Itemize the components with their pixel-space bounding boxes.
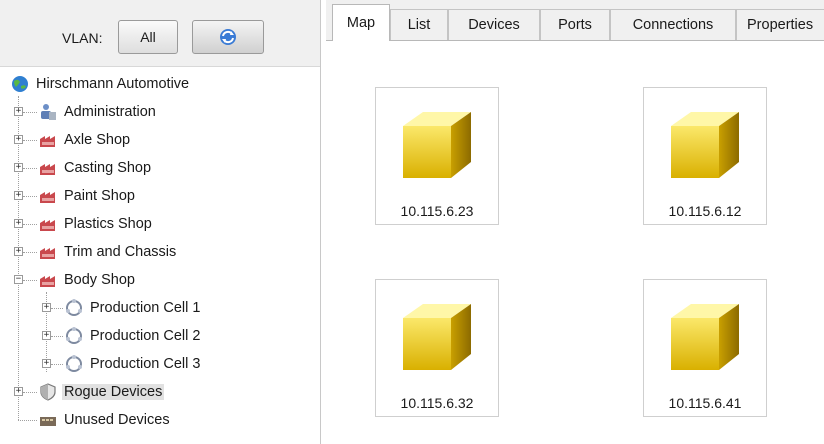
tree-item-label: Unused Devices [64, 412, 170, 428]
tree-root-hirschmann[interactable]: Hirschmann Automotive [0, 72, 320, 96]
tree-connector [23, 392, 37, 393]
tab-label: Devices [468, 17, 520, 33]
tree-connector [23, 280, 37, 281]
tab-list[interactable]: List [390, 9, 448, 40]
expand-toggle[interactable]: + [14, 387, 23, 396]
expand-toggle[interactable]: + [14, 135, 23, 144]
tab-label: List [407, 17, 431, 33]
tree-item-label: Production Cell 1 [90, 300, 201, 316]
tree-item-label: Plastics Shop [64, 216, 152, 232]
device-node[interactable]: 10.115.6.41 [643, 279, 767, 417]
tree-item-production-cell-2[interactable]: + Production Cell 2 [0, 324, 320, 348]
tab-ports[interactable]: Ports [540, 9, 610, 40]
vlan-all-label: All [140, 29, 156, 45]
tab-label: Map [346, 15, 376, 31]
tab-devices[interactable]: Devices [448, 9, 540, 40]
tree-item-casting-shop[interactable]: + Casting Shop [0, 156, 320, 180]
factory-icon [40, 164, 55, 175]
device-node[interactable]: 10.115.6.23 [375, 87, 499, 225]
tree-item-paint-shop[interactable]: + Paint Shop [0, 184, 320, 208]
expand-toggle[interactable]: + [42, 331, 51, 340]
network-map-canvas[interactable]: 10.115.6.23 10.115.6.12 10.115.6.32 10.1… [326, 41, 824, 444]
tree-item-trim-and-chassis[interactable]: + Trim and Chassis [0, 240, 320, 264]
topology-view-panel: Map List Devices Ports Connections Prope… [326, 0, 824, 444]
expand-toggle[interactable]: + [42, 359, 51, 368]
device-ip-label: 10.115.6.23 [400, 203, 474, 219]
device-node[interactable]: 10.115.6.32 [375, 279, 499, 417]
tab-properties[interactable]: Properties [736, 9, 824, 40]
tree-item-axle-shop[interactable]: + Axle Shop [0, 128, 320, 152]
yellow-cube-icon [403, 304, 471, 370]
expand-toggle[interactable]: + [14, 107, 23, 116]
ring-network-icon [66, 355, 82, 372]
tree-item-label: Trim and Chassis [64, 244, 177, 260]
tree-item-unused-devices[interactable]: Unused Devices [0, 408, 320, 432]
tree-item-label: Casting Shop [64, 160, 152, 176]
tree-item-plastics-shop[interactable]: + Plastics Shop [0, 212, 320, 236]
expand-toggle[interactable]: + [14, 219, 23, 228]
vlan-all-button[interactable]: All [118, 20, 178, 54]
tree-item-production-cell-1[interactable]: + Production Cell 1 [0, 296, 320, 320]
tree-connector [23, 252, 37, 253]
factory-icon [40, 220, 55, 231]
tree-root-label: Hirschmann Automotive [36, 76, 190, 92]
yellow-cube-icon [671, 304, 739, 370]
tree-item-label: Production Cell 2 [90, 328, 201, 344]
factory-icon [40, 192, 55, 203]
tree-item-label: Axle Shop [64, 132, 131, 148]
tree-connector [23, 168, 37, 169]
ring-network-icon [66, 299, 82, 316]
tree-item-label: Production Cell 3 [90, 356, 201, 372]
device-node[interactable]: 10.115.6.12 [643, 87, 767, 225]
vlan-toolbar: VLAN: All [0, 0, 320, 67]
expand-toggle[interactable]: + [14, 163, 23, 172]
tree-item-administration[interactable]: + Administration [0, 100, 320, 124]
yellow-cube-icon [671, 112, 739, 178]
tree-connector [51, 308, 63, 309]
refresh-button[interactable] [192, 20, 264, 54]
tree-connector [23, 140, 37, 141]
ring-network-icon [66, 327, 82, 344]
tab-map[interactable]: Map [332, 4, 390, 41]
tree-item-label: Body Shop [64, 272, 135, 288]
tree-item-label: Paint Shop [64, 188, 135, 204]
device-ip-label: 10.115.6.32 [400, 395, 474, 411]
expand-toggle[interactable]: + [14, 247, 23, 256]
yellow-cube-icon [403, 112, 471, 178]
tree-connector [51, 336, 63, 337]
expand-toggle[interactable]: + [42, 303, 51, 312]
view-tabs: Map List Devices Ports Connections Prope… [326, 0, 824, 41]
tab-connections[interactable]: Connections [610, 9, 736, 40]
tree-connector [23, 196, 37, 197]
collapse-toggle[interactable]: − [14, 275, 23, 284]
vlan-label: VLAN: [62, 30, 103, 46]
shield-icon [40, 383, 56, 401]
factory-icon [40, 248, 55, 259]
tree-connector [23, 112, 37, 113]
factory-icon [40, 276, 55, 287]
tab-label: Ports [558, 17, 592, 33]
device-ip-label: 10.115.6.41 [668, 395, 742, 411]
tree-item-rogue-devices[interactable]: + Rogue Devices [0, 380, 320, 404]
globe-icon [12, 76, 28, 92]
expand-toggle[interactable]: + [14, 191, 23, 200]
tree-connector [23, 224, 37, 225]
tree-item-production-cell-3[interactable]: + Production Cell 3 [0, 352, 320, 376]
tree-connector [18, 420, 37, 421]
tab-label: Properties [747, 17, 814, 33]
refresh-icon [220, 29, 236, 45]
tree-item-label: Administration [64, 104, 156, 120]
tree-item-label: Rogue Devices [62, 384, 165, 400]
device-ip-label: 10.115.6.12 [668, 203, 742, 219]
switch-device-icon [40, 417, 56, 426]
tree-item-body-shop[interactable]: − Body Shop [0, 268, 320, 292]
tree-connector [51, 364, 63, 365]
users-icon [41, 104, 56, 120]
topology-tree-panel: VLAN: All Hirschmann Automotive + Admini… [0, 0, 321, 444]
tab-label: Connections [632, 17, 714, 33]
factory-icon [40, 136, 55, 147]
